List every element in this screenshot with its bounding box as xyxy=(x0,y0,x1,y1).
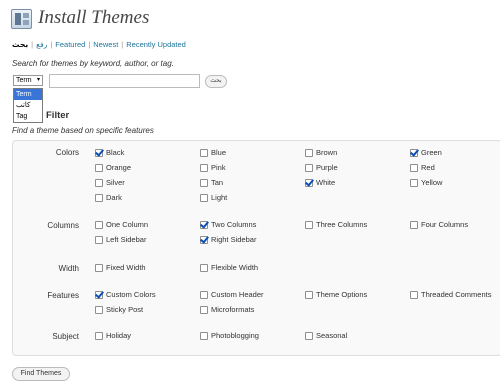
checkbox[interactable] xyxy=(200,306,208,314)
checkbox[interactable] xyxy=(410,149,418,157)
dropdown-option-tag[interactable]: Tag xyxy=(14,111,42,122)
checkbox[interactable] xyxy=(200,291,208,299)
group-label-width: Width xyxy=(58,264,79,273)
checkbox[interactable] xyxy=(200,164,208,172)
feature-filter-panel: Colors Black Blue Brown Green Orange Pin… xyxy=(12,140,500,356)
checkbox[interactable] xyxy=(410,221,418,229)
checkbox[interactable] xyxy=(200,179,208,187)
checkbox[interactable] xyxy=(410,164,418,172)
checkbox[interactable] xyxy=(95,291,103,299)
find-themes-button[interactable]: Find Themes xyxy=(12,367,70,381)
theme-install-subnav: رفع|بحث | Featured | Newest | Recently Updated xyxy=(12,40,186,49)
search-input[interactable] xyxy=(49,74,200,88)
subnav-upload[interactable]: رفع xyxy=(36,40,47,49)
search-type-dropdown: Term كاتب Tag xyxy=(13,88,43,123)
checkbox[interactable] xyxy=(200,236,208,244)
checkbox[interactable] xyxy=(200,332,208,340)
page-title: Install Themes xyxy=(38,7,150,28)
subnav-featured[interactable]: Featured xyxy=(55,40,85,49)
checkbox[interactable] xyxy=(95,164,103,172)
checkbox[interactable] xyxy=(305,332,313,340)
checkbox[interactable] xyxy=(410,179,418,187)
checkbox[interactable] xyxy=(95,332,103,340)
checkbox[interactable] xyxy=(95,236,103,244)
checkbox[interactable] xyxy=(305,149,313,157)
checkbox[interactable] xyxy=(95,194,103,202)
search-type-selected: Term xyxy=(16,77,32,84)
group-label-columns: Columns xyxy=(47,221,79,230)
checkbox[interactable] xyxy=(95,221,103,229)
filter-subheading: Find a theme based on specific features xyxy=(12,126,154,135)
checkbox[interactable] xyxy=(95,306,103,314)
checkbox[interactable] xyxy=(305,291,313,299)
subnav-search[interactable]: بحث xyxy=(12,40,28,49)
group-label-colors: Colors xyxy=(55,148,79,157)
checkbox[interactable] xyxy=(95,149,103,157)
checkbox[interactable] xyxy=(200,221,208,229)
checkbox[interactable] xyxy=(305,164,313,172)
search-hint: Search for themes by keyword, author, or… xyxy=(12,59,174,68)
chevron-down-icon: ▾ xyxy=(36,77,40,83)
group-label-features: Features xyxy=(47,291,79,300)
appearance-icon xyxy=(11,9,32,29)
subnav-recently-updated[interactable]: Recently Updated xyxy=(126,40,186,49)
checkbox[interactable] xyxy=(410,291,418,299)
dropdown-option-author[interactable]: كاتب xyxy=(14,100,42,111)
subnav-newest[interactable]: Newest xyxy=(93,40,118,49)
checkbox[interactable] xyxy=(95,179,103,187)
group-label-subject: Subject xyxy=(52,332,79,341)
search-submit-button[interactable]: بحث xyxy=(205,75,227,88)
search-type-select[interactable]: Term ▾ xyxy=(13,75,43,86)
checkbox[interactable] xyxy=(305,221,313,229)
checkbox[interactable] xyxy=(305,179,313,187)
checkbox[interactable] xyxy=(200,149,208,157)
filter-heading: Filter xyxy=(46,110,70,121)
dropdown-option-term[interactable]: Term xyxy=(14,89,42,100)
checkbox[interactable] xyxy=(200,194,208,202)
checkbox[interactable] xyxy=(200,264,208,272)
checkbox[interactable] xyxy=(95,264,103,272)
